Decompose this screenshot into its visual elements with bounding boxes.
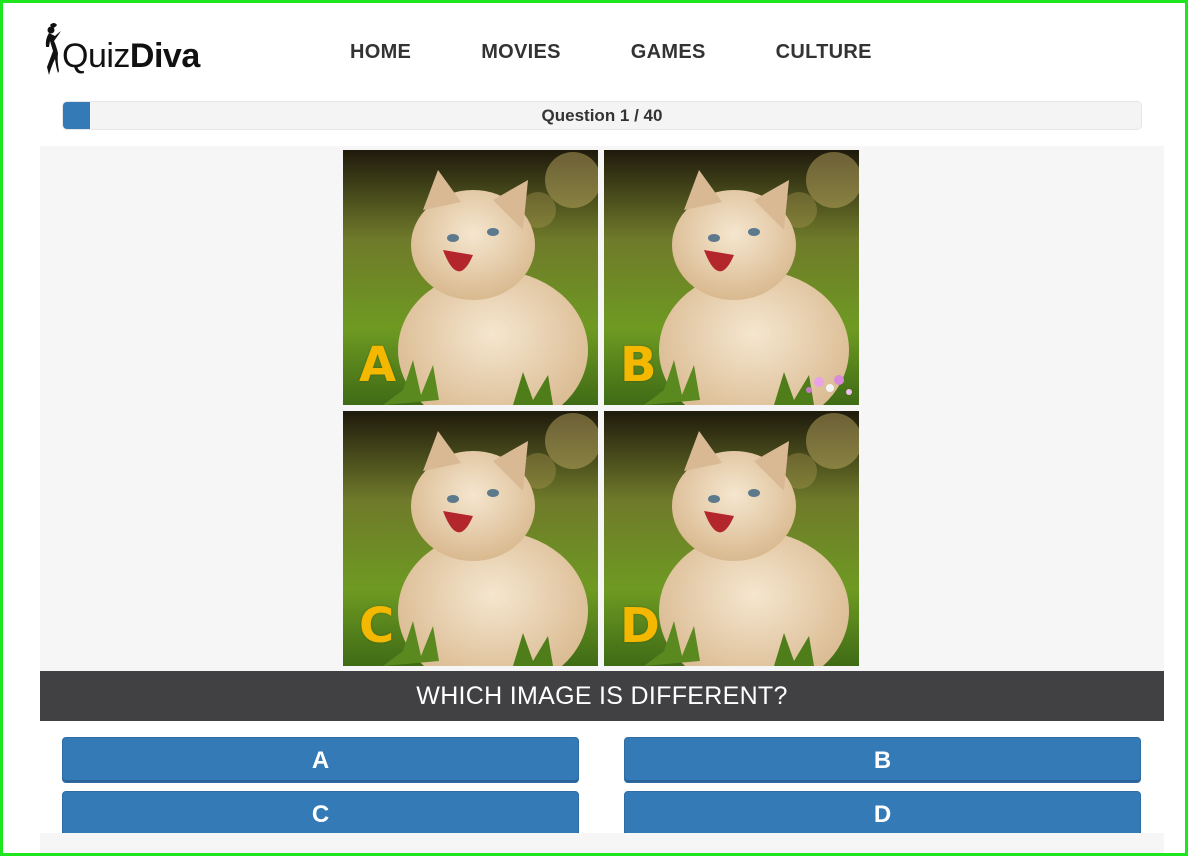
answer-button-d[interactable]: D — [624, 791, 1141, 837]
bottom-strip — [40, 833, 1164, 853]
diva-silhouette-icon — [45, 23, 61, 75]
option-letter-c: C — [359, 598, 394, 654]
nav-culture[interactable]: CULTURE — [776, 41, 872, 64]
image-grid: A B C D — [343, 150, 861, 668]
logo-text-diva: Diva — [129, 37, 200, 75]
page-frame: QuizDiva HOME MOVIES GAMES CULTURE Quest… — [0, 0, 1188, 856]
question-image-area: A B C D — [40, 146, 1164, 672]
image-option-a[interactable]: A — [343, 150, 598, 405]
quizdiva-logo[interactable]: QuizDiva — [38, 17, 200, 79]
image-option-c[interactable]: C — [343, 411, 598, 666]
nav-games[interactable]: GAMES — [631, 41, 706, 64]
logo-text-quiz: Quiz — [62, 37, 130, 75]
image-option-b[interactable]: B — [604, 150, 859, 405]
question-text: WHICH IMAGE IS DIFFERENT? — [40, 671, 1164, 721]
option-letter-d: D — [620, 598, 660, 654]
progress-label: Question 1 / 40 — [541, 106, 663, 125]
main-nav: HOME MOVIES GAMES CULTURE — [313, 41, 905, 64]
nav-movies[interactable]: MOVIES — [481, 41, 561, 64]
answer-button-b[interactable]: B — [624, 737, 1141, 783]
answer-button-a[interactable]: A — [62, 737, 579, 783]
quiz-progress-bar: Question 1 / 40 — [62, 101, 1142, 130]
image-option-d[interactable]: D — [604, 411, 859, 666]
option-letter-b: B — [620, 337, 657, 393]
nav-home[interactable]: HOME — [350, 41, 411, 64]
option-letter-a: A — [359, 337, 396, 393]
answer-button-c[interactable]: C — [62, 791, 579, 837]
